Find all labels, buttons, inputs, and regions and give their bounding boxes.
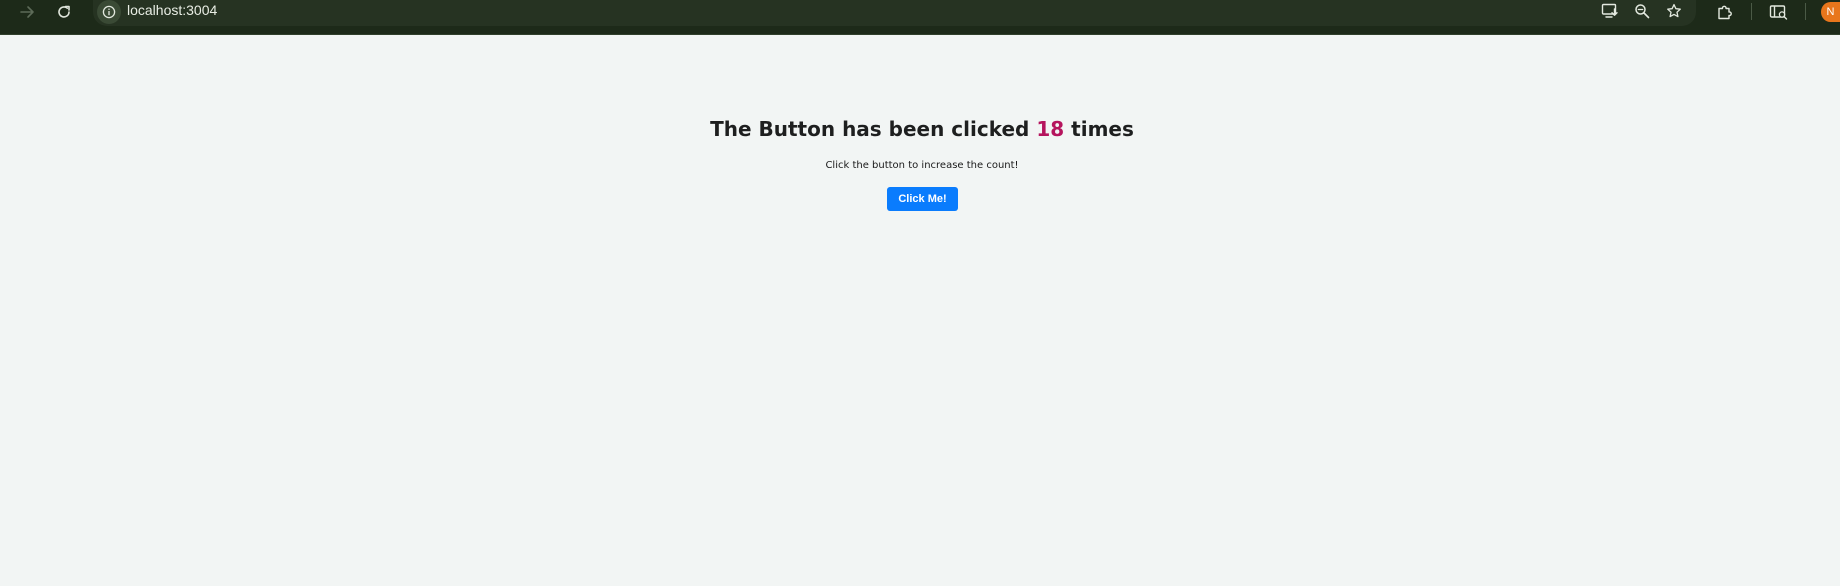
zoom-icon[interactable] — [1630, 0, 1654, 22]
back-arrow-icon[interactable] — [13, 1, 41, 23]
info-icon[interactable] — [97, 0, 121, 24]
url-text[interactable]: localhost:3004 — [127, 2, 217, 18]
page-content: The Button has been clicked 18 times Cli… — [0, 35, 1840, 586]
reload-icon[interactable] — [50, 1, 78, 23]
instruction-text: Click the button to increase the count! — [825, 160, 1019, 171]
click-count: 18 — [1036, 117, 1065, 141]
puzzle-icon[interactable] — [1712, 1, 1738, 23]
star-icon[interactable] — [1662, 0, 1686, 22]
heading-suffix: times — [1064, 117, 1134, 141]
address-bar[interactable]: localhost:3004 — [93, 0, 1696, 26]
browser-toolbar: localhost:3004 N — [0, 0, 1840, 35]
install-app-icon[interactable] — [1598, 0, 1622, 22]
profile-avatar[interactable]: N — [1821, 2, 1840, 22]
toolbar-divider — [1805, 3, 1806, 20]
heading-prefix: The Button has been clicked — [710, 117, 1037, 141]
click-me-button[interactable]: Click Me! — [887, 187, 958, 211]
click-count-heading: The Button has been clicked 18 times — [0, 117, 1840, 141]
toolbar-divider — [1751, 3, 1752, 20]
reading-mode-icon[interactable] — [1766, 1, 1792, 23]
